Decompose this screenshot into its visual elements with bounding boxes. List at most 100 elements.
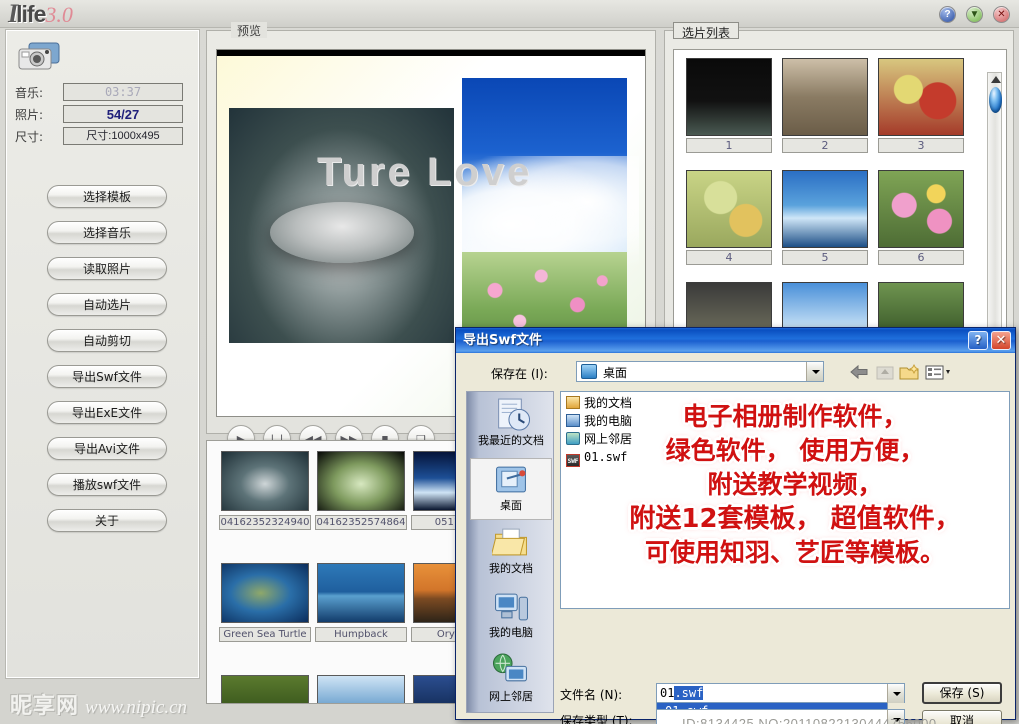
slide-thumbnail[interactable] [878,58,964,136]
place-desktop[interactable]: 桌面 [470,458,552,520]
info-row: 尺寸: 尺寸:1000x495 [15,127,193,146]
slide-list-legend: 选片列表 [673,22,740,40]
place-my-documents[interactable]: 我的文档 [470,522,552,584]
strip-cell[interactable] [219,671,311,703]
slide-grid-cell[interactable]: 1 [686,58,772,153]
strip-cell[interactable]: Green Sea Turtle [219,559,311,642]
save-in-value: 桌面 [603,366,628,380]
slide-thumbnail[interactable] [782,58,868,136]
slide-thumbnail[interactable] [686,282,772,332]
minimize-icon[interactable]: ▼ [966,6,983,23]
network-places-icon [492,653,527,682]
scroll-up-arrow-icon[interactable] [991,76,1001,83]
file-list-view[interactable]: 我的文档 我的电脑 网上邻居 SWF 01.swf 电子相册制作软件， 绿色软件， 使用方… [560,391,1010,609]
help-icon[interactable]: ? [939,6,956,23]
promo-line-5: 可使用知羽、艺匠等模板。 [644,538,945,567]
up-folder-icon[interactable] [874,362,896,382]
title-bar: Ilife3.0 ? ▼ ✕ [0,0,1019,28]
info-value: 尺寸:1000x495 [63,127,183,145]
info-label: 音乐: [15,86,44,100]
views-icon[interactable] [924,362,954,382]
filename-value: 01.swf [660,686,704,700]
slide-grid-cell[interactable] [686,282,772,332]
place-my-computer[interactable]: 我的电脑 [470,586,552,648]
slide-list-scroll-thumb[interactable] [989,87,1002,113]
folder-docs-icon [566,396,580,409]
recent-documents-icon [498,398,531,431]
place-label: 我的电脑 [489,626,533,639]
slide-number-label: 6 [878,250,964,265]
new-folder-icon[interactable] [898,362,920,382]
place-label: 桌面 [500,499,522,512]
watermark-url: www.nipic.cn [85,697,188,718]
sidebar-button-8[interactable]: 导出Avi文件 [47,437,167,460]
strip-cell[interactable]: Humpback [315,559,407,642]
logo-version: 3.0 [45,2,73,27]
filetype-label: 保存类型 (T): [560,714,633,724]
slide-thumbnail[interactable] [878,282,964,332]
place-recent-documents[interactable]: 我最近的文档 [470,394,552,456]
stage-image-stadium [229,108,454,343]
save-in-combobox[interactable]: 桌面 [576,361,824,382]
swf-file-icon: SWF [566,454,580,467]
site-watermark: 昵享网 www.nipic.cn [10,688,188,719]
slide-grid-cell[interactable]: 3 [878,58,964,153]
sidebar-button-5[interactable]: 自动剪切 [47,329,167,352]
sidebar-button-7[interactable]: 导出ExE文件 [47,401,167,424]
id-watermark-text: ID:8134425 NO:20110822130444756000 [682,716,937,724]
place-network-places[interactable]: 网上邻居 [470,650,552,712]
promo-overlay-text: 电子相册制作软件， 绿色软件， 使用方便， 附送教学视频， 附送12套模板， 超值软件… [585,400,1005,600]
strip-thumbnail[interactable] [317,675,405,703]
strip-cell[interactable]: 04162352574864 [315,447,407,530]
dialog-title-bar: 导出Swf文件 ? ✕ [456,328,1015,353]
slide-grid-cell[interactable]: 2 [782,58,868,153]
slide-thumbnail[interactable] [782,170,868,248]
save-button[interactable]: 保存 (S) [922,682,1002,704]
promo-line-4: 附送12套模板， 超值软件， [629,504,961,534]
sidebar-button-1[interactable]: 选择模板 [47,185,167,208]
slide-thumbnail[interactable] [686,58,772,136]
promo-line-2: 绿色软件， 使用方便， [665,436,925,465]
filename-combobox[interactable]: 01.swf [656,683,905,703]
desktop-folder-icon [581,364,597,379]
slide-grid-cell[interactable] [878,282,964,332]
sidebar-button-10[interactable]: 关于 [47,509,167,532]
strip-cell[interactable] [315,671,407,703]
slide-grid-cell[interactable] [782,282,868,332]
slide-thumbnail[interactable] [686,170,772,248]
save-in-row: 保存在 (I): 桌面 [466,361,1011,383]
sidebar-button-4[interactable]: 自动选片 [47,293,167,316]
filename-prefix: 01 [660,686,675,700]
close-icon[interactable]: ✕ [993,6,1010,23]
slide-number-label: 4 [686,250,772,265]
my-documents-icon [490,528,527,556]
export-swf-dialog: 导出Swf文件 ? ✕ 保存在 (I): 桌面 我最近的文档 桌面 我的文档 我… [455,327,1016,724]
sidebar-button-6[interactable]: 导出Swf文件 [47,365,167,388]
filename-selected-text: .swf [674,686,704,700]
dialog-close-icon[interactable]: ✕ [991,331,1011,350]
dialog-help-icon[interactable]: ? [968,331,988,350]
strip-thumbnail[interactable] [221,675,309,703]
strip-thumbnail[interactable] [317,563,405,623]
logo-i: I [8,0,18,28]
slide-grid-cell[interactable]: 4 [686,170,772,265]
sidebar-button-9[interactable]: 播放swf文件 [47,473,167,496]
save-in-chevron-down-icon[interactable] [806,362,823,381]
place-label: 我最近的文档 [478,434,544,447]
strip-label: 04162352574864 [315,515,407,530]
desktop-icon [496,466,526,493]
back-icon[interactable] [848,362,870,382]
strip-thumbnail[interactable] [317,451,405,511]
sidebar-button-2[interactable]: 选择音乐 [47,221,167,244]
slide-grid-cell[interactable]: 5 [782,170,868,265]
slide-thumbnail[interactable] [878,170,964,248]
strip-label: 04162352324940 [219,515,311,530]
application-window: Ilife3.0 ? ▼ ✕ 音乐: 03:37 照片: 54/27 尺寸: 尺寸:100… [0,0,1019,724]
slide-grid-cell[interactable]: 6 [878,170,964,265]
filename-chevron-down-icon[interactable] [887,684,904,703]
strip-cell[interactable]: 04162352324940 [219,447,311,530]
strip-thumbnail[interactable] [221,451,309,511]
sidebar-button-3[interactable]: 读取照片 [47,257,167,280]
slide-thumbnail[interactable] [782,282,868,332]
strip-thumbnail[interactable] [221,563,309,623]
